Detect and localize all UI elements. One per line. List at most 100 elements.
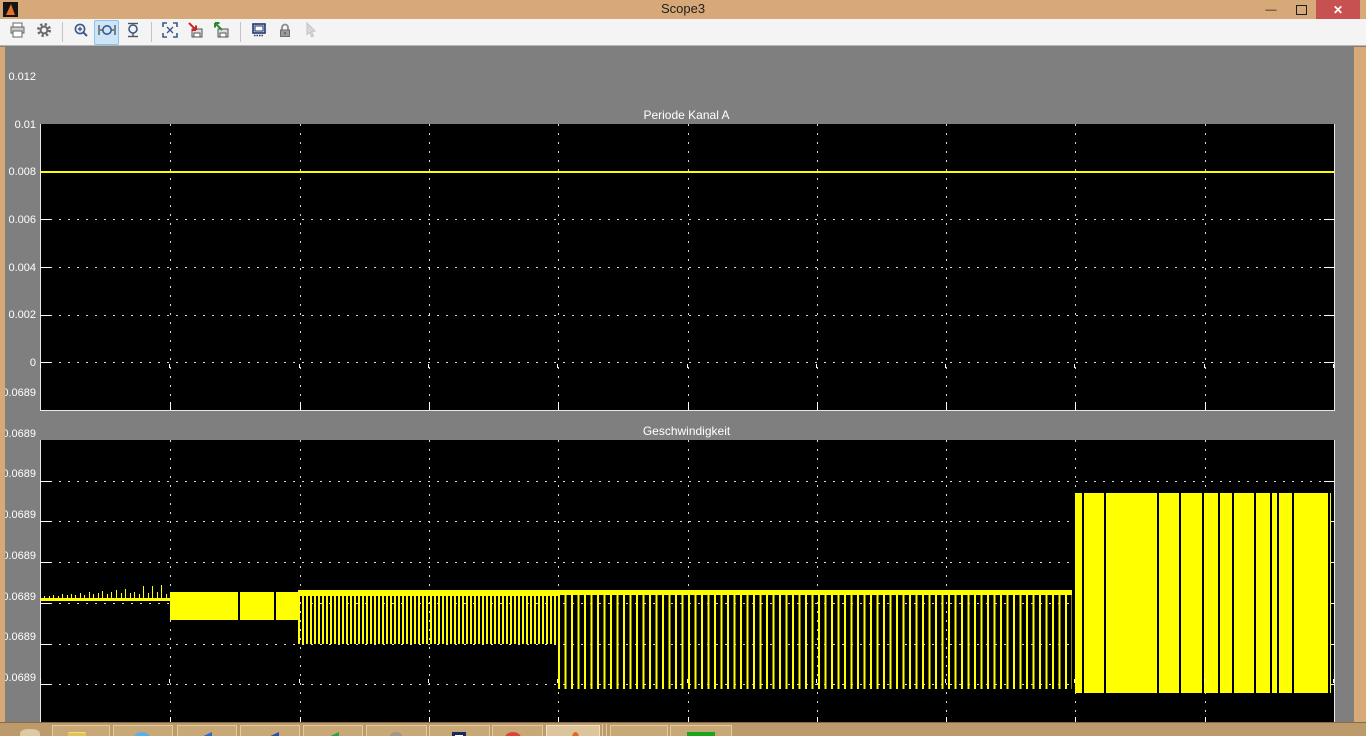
x-tick-mark-outer bbox=[557, 364, 558, 368]
signal-gap-line bbox=[1328, 493, 1330, 693]
signal-gap-line bbox=[1232, 493, 1234, 693]
signal-solid-block bbox=[170, 592, 298, 620]
y-tick-mark bbox=[41, 562, 51, 563]
y-tick-label: 0.0689 bbox=[0, 428, 36, 440]
plot2-title: Geschwindigkeit bbox=[40, 424, 1333, 438]
window-right-border bbox=[1354, 47, 1366, 722]
taskbar-window-app-icon bbox=[452, 732, 466, 736]
gridline-vertical bbox=[1205, 124, 1206, 410]
taskbar-blue-app-2-button[interactable] bbox=[240, 725, 300, 736]
toolbar-restore-axes-settings-button[interactable] bbox=[209, 20, 234, 45]
taskbar-excel-icon bbox=[687, 732, 715, 736]
signal-gap-line bbox=[1218, 493, 1220, 693]
taskbar-folder-button[interactable] bbox=[52, 725, 110, 736]
save-axes-settings-icon bbox=[187, 22, 204, 43]
maximize-button[interactable] bbox=[1286, 0, 1316, 19]
y-tick-label: 0.0689 bbox=[0, 387, 36, 399]
toolbar-parameters-button[interactable] bbox=[31, 20, 56, 45]
x-tick-mark-outer bbox=[428, 679, 429, 683]
taskbar-excel-button[interactable] bbox=[670, 725, 732, 736]
x-tick-mark bbox=[946, 402, 947, 410]
signal-gap-line bbox=[1270, 493, 1272, 693]
toolbar-autoscale-button[interactable] bbox=[157, 20, 182, 45]
x-tick-mark-outer bbox=[687, 679, 688, 683]
x-tick-mark-outer bbox=[945, 364, 946, 368]
y-tick-label: 0.004 bbox=[0, 262, 36, 274]
taskbar-divider bbox=[602, 724, 603, 736]
taskbar-gray-app-button[interactable] bbox=[366, 725, 427, 736]
x-tick-mark-outer bbox=[169, 679, 170, 683]
y-tick-mark bbox=[1324, 315, 1334, 316]
taskbar-red-circle-button[interactable] bbox=[492, 725, 543, 736]
x-tick-mark-outer bbox=[40, 364, 41, 368]
x-tick-mark bbox=[1205, 402, 1206, 410]
y-tick-label: 0.0689 bbox=[0, 631, 36, 643]
gridline-vertical bbox=[300, 124, 301, 410]
window-controls: — ✕ bbox=[1256, 0, 1360, 19]
toolbar-zoom-y-button[interactable] bbox=[120, 20, 145, 45]
y-tick-label: 0 bbox=[0, 357, 36, 369]
signal-line-periode bbox=[41, 171, 1334, 173]
x-tick-mark-outer bbox=[1074, 364, 1075, 368]
toolbar-lock-axes-button[interactable] bbox=[272, 20, 297, 45]
signal-spike bbox=[49, 596, 50, 598]
toolbar-zoom-button[interactable] bbox=[68, 20, 93, 45]
y-tick-mark bbox=[1324, 219, 1334, 220]
y-tick-mark bbox=[41, 521, 51, 522]
taskbar-empty-button[interactable] bbox=[610, 725, 668, 736]
taskbar-start-icon-icon[interactable] bbox=[20, 729, 40, 736]
y-tick-mark bbox=[41, 362, 51, 363]
signal-gap-line bbox=[1082, 493, 1084, 693]
signal-spike bbox=[102, 591, 103, 598]
taskbar-active-app-button[interactable] bbox=[546, 725, 600, 736]
gridline-vertical bbox=[688, 124, 689, 410]
toolbar-print-button[interactable] bbox=[5, 20, 30, 45]
toolbar-separator bbox=[62, 22, 63, 42]
toolbar-zoom-x-button[interactable] bbox=[94, 20, 119, 45]
signal-oscillation-stripes bbox=[558, 595, 1072, 689]
toolbar-floating-scope-button[interactable] bbox=[246, 20, 271, 45]
minimize-button[interactable]: — bbox=[1256, 0, 1286, 19]
toolbar-signal-selection-button[interactable] bbox=[298, 20, 323, 45]
taskbar-green-app-button[interactable] bbox=[303, 725, 363, 736]
y-tick-label: 0.006 bbox=[0, 214, 36, 226]
x-tick-mark bbox=[170, 402, 171, 410]
signal-baseline bbox=[41, 598, 170, 601]
y-tick-mark bbox=[41, 219, 51, 220]
signal-spike bbox=[75, 595, 76, 598]
y-tick-label: 0.0689 bbox=[0, 591, 36, 603]
x-tick-mark-outer bbox=[428, 364, 429, 368]
taskbar-blue-app-1-button[interactable] bbox=[177, 725, 237, 736]
x-tick-mark-outer bbox=[1204, 679, 1205, 683]
signal-spike bbox=[93, 594, 94, 598]
signal-spike bbox=[139, 594, 140, 598]
y-tick-mark bbox=[1324, 362, 1334, 363]
signal-spike bbox=[161, 585, 162, 598]
y-tick-mark bbox=[41, 603, 51, 604]
signal-gap-line bbox=[1179, 493, 1181, 693]
signal-spike bbox=[44, 596, 45, 598]
taskbar-gray-app-icon bbox=[389, 732, 403, 736]
x-tick-mark-outer bbox=[816, 679, 817, 683]
taskbar-window-app-button[interactable] bbox=[429, 725, 490, 736]
taskbar-blue-circle-button[interactable] bbox=[113, 725, 173, 736]
close-button[interactable]: ✕ bbox=[1316, 0, 1360, 19]
y-tick-mark bbox=[41, 684, 51, 685]
y-tick-label: 0.0689 bbox=[0, 509, 36, 521]
signal-spike bbox=[130, 593, 131, 598]
taskbar-green-app-icon bbox=[317, 732, 339, 736]
x-tick-mark bbox=[429, 402, 430, 410]
gridline-vertical bbox=[429, 440, 430, 725]
taskbar-red-circle-icon bbox=[505, 732, 521, 736]
plot2-axes-geschwindigkeit[interactable] bbox=[40, 440, 1335, 726]
plot1-title: Periode Kanal A bbox=[40, 108, 1333, 122]
signal-spike bbox=[84, 595, 85, 598]
x-tick-mark-outer bbox=[687, 364, 688, 368]
toolbar-separator bbox=[240, 22, 241, 42]
toolbar-save-axes-settings-button[interactable] bbox=[183, 20, 208, 45]
y-tick-label: 0.0689 bbox=[0, 468, 36, 480]
screen: Scope3 — ✕ Periode Kanal A Geschwindigke… bbox=[0, 0, 1366, 736]
close-icon: ✕ bbox=[1333, 3, 1343, 17]
toolbar bbox=[0, 19, 1366, 46]
y-tick-label: 0.0689 bbox=[0, 672, 36, 684]
